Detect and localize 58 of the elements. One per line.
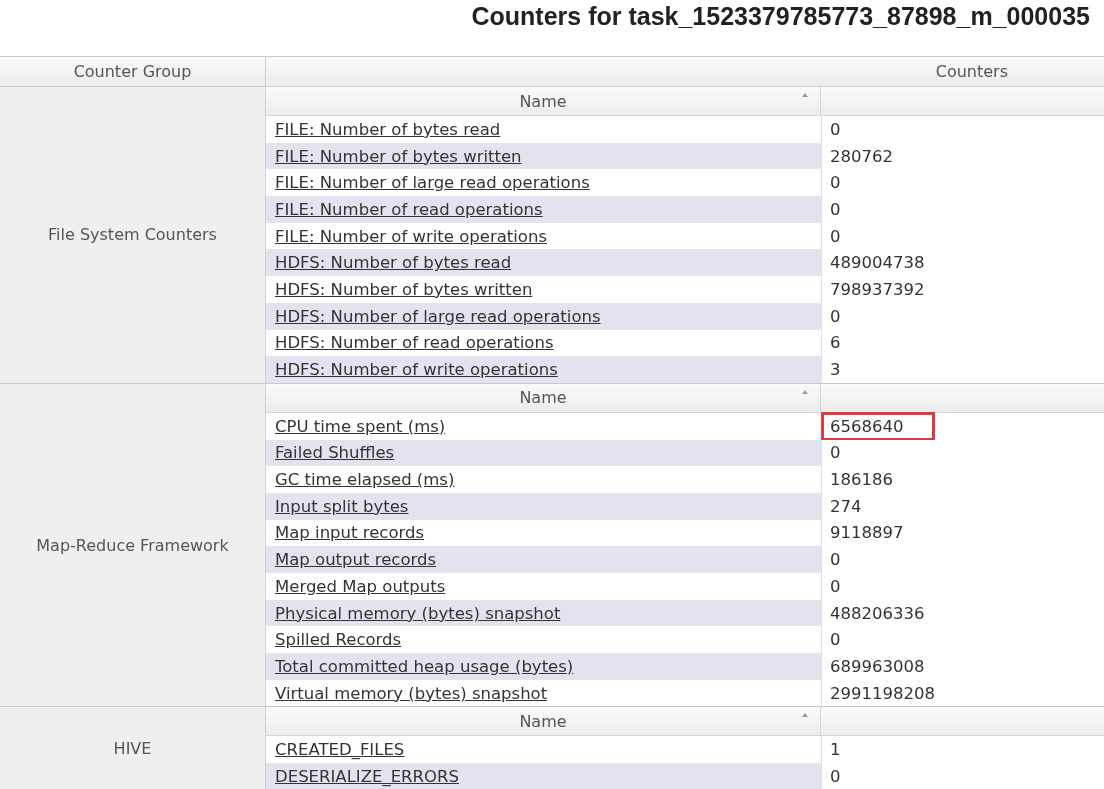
counter-link[interactable]: Input split bytes	[275, 496, 409, 516]
column-header: Counters	[934, 61, 1009, 83]
counter-value: 0	[829, 765, 842, 788]
counter-link[interactable]: CREATED_FILES	[275, 740, 405, 760]
column-header[interactable]: Name	[266, 707, 821, 736]
counter-link[interactable]: HDFS: Number of read operations	[275, 333, 554, 353]
counter-value: 489004738	[829, 252, 926, 275]
counter-value: 280762	[829, 145, 894, 168]
counter-value: 0	[829, 575, 842, 598]
group-cell: Map-Reduce Framework	[0, 383, 266, 707]
page-title: Counters for task_1523379785773_87898_m_000035	[471, 2, 1090, 31]
counter-link[interactable]: FILE: Number of bytes read	[275, 119, 501, 139]
counter-value: 0	[829, 442, 842, 465]
counter-link[interactable]: Map input records	[275, 523, 425, 543]
counter-value: 0	[829, 118, 842, 141]
counter-value: 0	[829, 629, 842, 652]
counter-value: 0	[829, 549, 842, 572]
counter-link[interactable]: HDFS: Number of write operations	[275, 360, 558, 380]
group-cell: File System Counters	[0, 87, 266, 383]
counter-value: 274	[829, 495, 863, 518]
counter-link[interactable]: HDFS: Number of large read operations	[275, 306, 601, 326]
counter-link[interactable]: Total committed heap usage (bytes)	[275, 656, 574, 676]
counter-link[interactable]: FILE: Number of read operations	[275, 199, 543, 219]
counter-value: 0	[829, 172, 842, 195]
counter-value: 2991198208	[829, 682, 936, 705]
counter-link[interactable]: DESERIALIZE_ERRORS	[275, 766, 459, 786]
counter-link[interactable]: FILE: Number of write operations	[275, 226, 547, 246]
counter-link[interactable]: HDFS: Number of bytes read	[275, 253, 512, 273]
counter-link[interactable]: FILE: Number of bytes written	[275, 146, 522, 166]
column-header[interactable]: Name	[266, 383, 821, 412]
counter-link[interactable]: Merged Map outputs	[275, 576, 446, 596]
column-header: Counter Group	[0, 57, 266, 86]
counter-link[interactable]: Physical memory (bytes) snapshot	[275, 603, 561, 623]
counter-value: 798937392	[829, 278, 926, 301]
sort-caret-icon	[802, 93, 808, 97]
counter-value: 0	[829, 198, 842, 221]
counter-value: 1	[829, 739, 842, 762]
counter-link[interactable]: FILE: Number of large read operations	[275, 173, 590, 193]
counter-link[interactable]: Failed Shuffles	[275, 443, 395, 463]
counter-link[interactable]: Spilled Records	[275, 630, 402, 650]
counter-link[interactable]: Virtual memory (bytes) snapshot	[275, 683, 548, 703]
counter-value: 488206336	[829, 602, 926, 625]
counter-value: 6568640	[824, 414, 932, 438]
column-header[interactable]: Name	[266, 87, 821, 115]
group-cell: HIVE	[0, 707, 266, 789]
counter-value: 0	[829, 225, 842, 248]
sort-caret-icon	[802, 389, 808, 394]
counter-value: 186186	[829, 469, 894, 492]
counter-value: 6	[829, 332, 842, 355]
counter-link[interactable]: HDFS: Number of bytes written	[275, 279, 533, 299]
counter-value: 9118897	[829, 522, 905, 545]
sort-caret-icon	[802, 713, 808, 718]
counter-link[interactable]: Map output records	[275, 550, 437, 570]
counter-link[interactable]: CPU time spent (ms)	[275, 416, 446, 436]
counter-value: 0	[829, 305, 842, 328]
counter-value: 689963008	[829, 655, 926, 678]
counter-link[interactable]: GC time elapsed (ms)	[275, 470, 455, 490]
counter-value: 3	[829, 359, 842, 382]
